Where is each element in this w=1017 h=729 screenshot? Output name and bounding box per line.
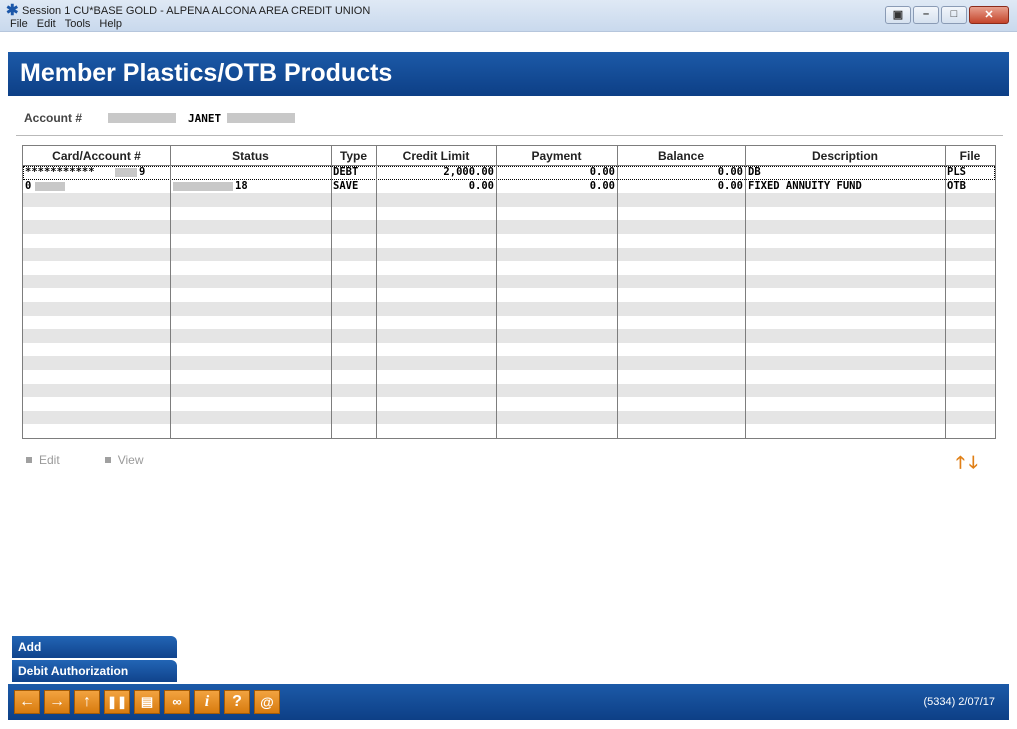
cell-description: FIXED ANNUITY FUND [748,179,862,192]
info-icon[interactable]: i [194,690,220,714]
cell-status: 18 [235,179,248,192]
table-row[interactable] [23,329,995,343]
cell-credit-limit: 2,000.00 [443,166,494,178]
page-title: Member Plastics/OTB Products [20,59,393,87]
edit-action[interactable]: Edit [26,453,60,467]
footer-bar: ← → ↑ ❚❚ ▤ ∞ i ? @ (5334) 2/07/17 [8,684,1009,720]
menu-bar: File Edit Tools Help [10,18,122,30]
maximize-icon: □ [950,8,958,20]
table-row[interactable] [23,410,995,425]
col-file[interactable]: File [945,149,995,163]
minimize-icon: – [922,8,930,20]
table-row[interactable] [23,247,995,262]
maximize-button[interactable]: □ [941,6,967,24]
cell-balance: 0.00 [717,179,743,192]
cell-balance: 0.00 [717,166,743,178]
window-title: Session 1 CU*BASE GOLD - ALPENA ALCONA A… [22,5,371,17]
table-row[interactable] [23,274,995,289]
cell-type: SAVE [333,179,359,192]
table-row[interactable] [23,234,995,248]
account-info: Account # JANET [24,111,296,125]
debit-authorization-button[interactable]: Debit Authorization [12,660,177,682]
window-controls: ▣ – □ ✕ [885,6,1009,24]
view-action[interactable]: View [104,453,144,467]
menu-file[interactable]: File [10,18,28,30]
cell-status [173,166,323,180]
table-row[interactable] [23,343,995,357]
row-actions: Edit View [26,453,143,467]
bullet-icon [26,457,32,463]
restore-session-button[interactable]: ▣ [885,6,911,24]
arrow-up-icon[interactable]: ↑ [74,690,100,714]
at-icon[interactable]: @ [254,690,280,714]
col-balance[interactable]: Balance [617,149,745,163]
cell-card-suffix: 9 [139,166,146,178]
scroll-arrows: 🡑 🡓 [956,450,978,479]
close-button[interactable]: ✕ [969,6,1009,24]
table-row[interactable] [23,193,995,207]
col-payment[interactable]: Payment [496,149,617,163]
col-status[interactable]: Status [170,149,331,163]
cell-credit-limit: 0.00 [468,179,494,192]
function-keys: ← → ↑ ❚❚ ▤ ∞ i ? @ [14,690,280,714]
table-row[interactable] [23,356,995,370]
menu-help[interactable]: Help [99,18,122,30]
view-label: View [117,453,144,467]
menu-edit[interactable]: Edit [37,18,56,30]
status-text: (5334) 2/07/17 [923,696,995,708]
cell-payment: 0.00 [589,179,615,192]
print-icon[interactable]: ▤ [134,690,160,714]
table-row[interactable] [23,397,995,411]
arrow-up-icon[interactable]: 🡑 [956,450,965,479]
table-row[interactable] [23,316,995,330]
arrow-left-icon[interactable]: ← [14,690,40,714]
member-name: JANET [188,111,222,125]
table-header: Card/Account # Status Type Credit Limit … [23,146,995,166]
table-row[interactable]: *********** 9 DEBT 2,000.00 0.00 0.00 DB… [23,166,995,180]
bullet-icon [104,457,111,463]
table-row[interactable] [23,424,995,438]
help-icon[interactable]: ? [224,690,250,714]
pause-icon[interactable]: ❚❚ [104,690,130,714]
arrow-right-icon[interactable]: → [44,690,70,714]
status-redacted [173,181,233,191]
app-icon: ✱ [6,2,19,19]
cell-file: PLS [947,166,966,178]
account-number-redacted [108,113,177,123]
menu-tools[interactable]: Tools [65,18,91,30]
card-redacted [35,181,65,191]
products-table: Card/Account # Status Type Credit Limit … [22,145,996,439]
table-row[interactable] [23,370,995,384]
account-label: Account # [24,111,83,125]
table-row[interactable] [23,220,995,234]
table-body: *********** 9 DEBT 2,000.00 0.00 0.00 DB… [23,166,995,438]
col-type[interactable]: Type [331,149,376,163]
add-button[interactable]: Add [12,636,177,658]
table-row[interactable] [23,261,995,275]
page-header: Member Plastics/OTB Products [8,52,1009,96]
table-row[interactable]: 0 18 SAVE 0.00 0.00 0.00 FIXED ANNUITY F… [23,180,995,194]
window-titlebar: ✱ Session 1 CU*BASE GOLD - ALPENA ALCONA… [0,0,1017,32]
card-redacted [115,168,137,177]
cell-type: DEBT [333,166,359,178]
cell-payment: 0.00 [589,166,615,178]
minimize-button[interactable]: – [913,6,939,24]
col-credit-limit[interactable]: Credit Limit [376,149,496,163]
divider [16,135,1003,136]
arrow-down-icon[interactable]: 🡓 [969,450,978,479]
member-surname-redacted [227,113,296,123]
cell-file: OTB [947,179,966,192]
close-icon: ✕ [984,9,994,21]
table-row[interactable] [23,207,995,221]
col-description[interactable]: Description [745,149,945,163]
edit-label: Edit [39,453,60,467]
table-row[interactable] [23,301,995,316]
cell-card: *********** [25,166,95,178]
link-icon[interactable]: ∞ [164,690,190,714]
window-restore-icon: ▣ [892,9,904,21]
cell-description: DB [748,166,761,178]
table-row[interactable] [23,383,995,398]
col-card-account[interactable]: Card/Account # [23,149,170,163]
table-row[interactable] [23,288,995,302]
